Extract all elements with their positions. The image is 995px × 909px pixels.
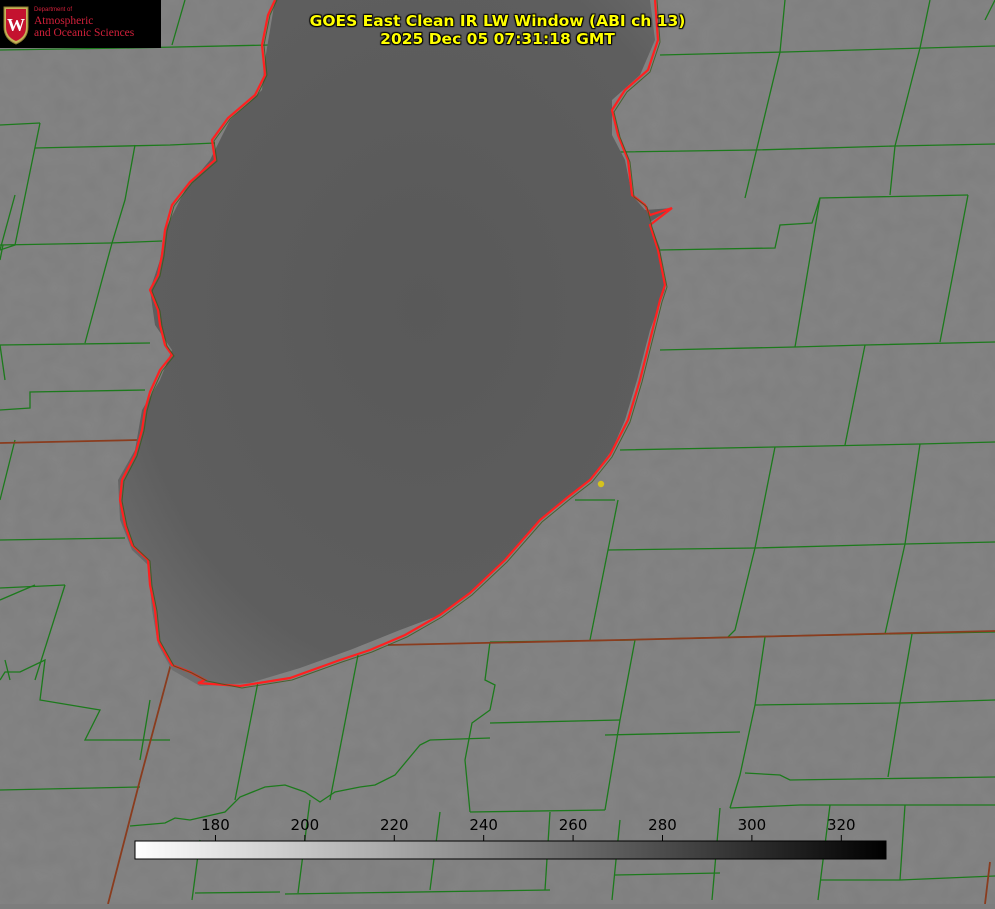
image-timestamp: 2025 Dec 05 07:31:18 GMT (380, 30, 615, 48)
colorbar-tick-label: 180 (201, 816, 230, 834)
image-title: GOES East Clean IR LW Window (ABI ch 13) (309, 12, 686, 30)
satellite-image-view: 180 200 220 240 260 280 300 320 W Department of… (0, 0, 995, 905)
colorbar-tick-label: 280 (648, 816, 677, 834)
colorbar-tick-label: 300 (738, 816, 767, 834)
location-marker (597, 480, 605, 488)
colorbar-gradient (134, 840, 887, 860)
colorbar-tick-label: 220 (380, 816, 409, 834)
colorbar-tick-label: 240 (469, 816, 498, 834)
colorbar-tick-label: 320 (827, 816, 856, 834)
colorbar-tick-label: 200 (291, 816, 320, 834)
infrared-map: 180 200 220 240 260 280 300 320 (0, 0, 995, 905)
colorbar-tick-label: 260 (559, 816, 588, 834)
